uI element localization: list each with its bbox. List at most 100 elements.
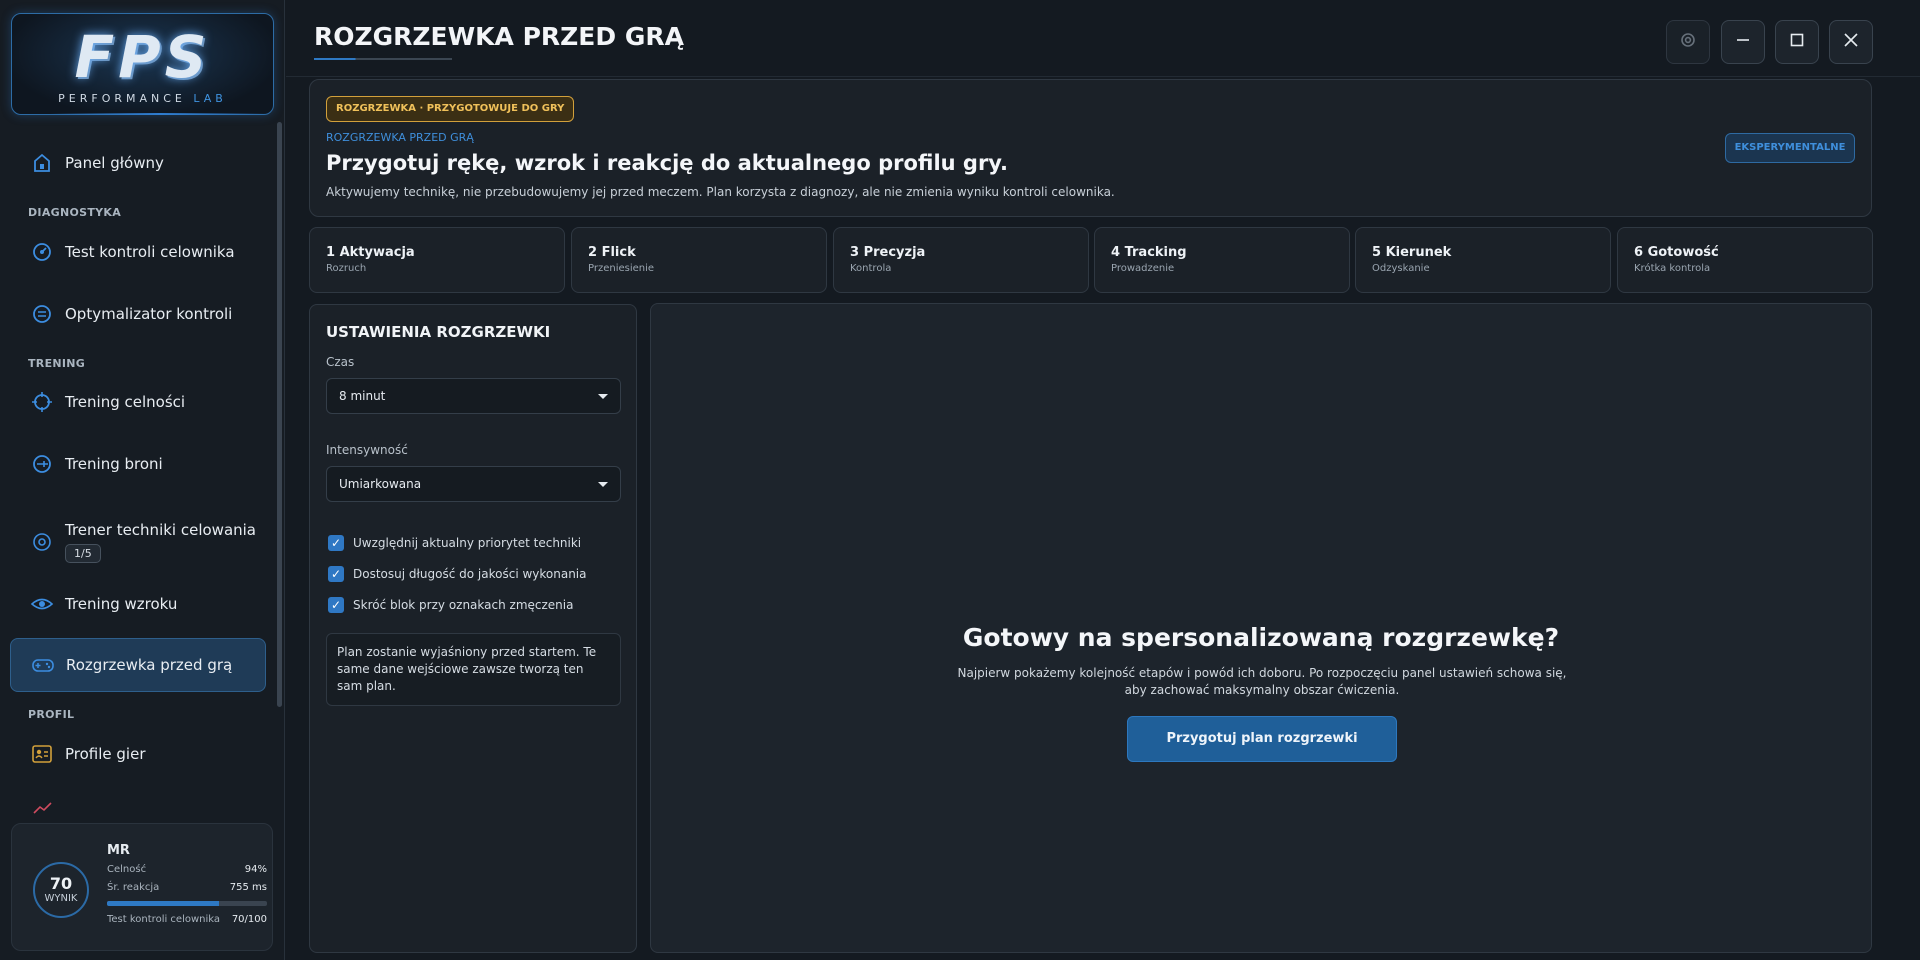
sidebar-item-game-profiles[interactable]: Profile gier: [10, 727, 266, 781]
logo-underline: [50, 113, 270, 115]
intensity-select-value: Umiarkowana: [339, 477, 422, 491]
sidebar-scrollbar[interactable]: [277, 122, 282, 707]
sidebar-item-label: Trening wzroku: [65, 595, 178, 613]
settings-dial-icon: [29, 301, 55, 327]
maximize-button[interactable]: [1775, 20, 1819, 64]
sidebar-item-label: Rozgrzewka przed grą: [66, 656, 233, 674]
section-training: TRENING: [28, 357, 86, 370]
sidebar-item-weapon[interactable]: Trening broni: [10, 437, 266, 491]
sidebar-item-vision[interactable]: Trening wzroku: [10, 577, 266, 631]
score-label: WYNIK: [44, 893, 78, 904]
hero-description: Aktywujemy technikę, nie przebudowujemy …: [326, 185, 1115, 199]
logo-sub-accent: LAB: [193, 92, 227, 105]
status-badge: ROZGRZEWKA · PRZYGOTOWUJE DO GRY: [326, 96, 575, 122]
plan-note: Plan zostanie wyjaśniony przed startem. …: [326, 633, 621, 706]
step-title: 5 Kierunek: [1372, 245, 1452, 260]
coach-progress-badge: 1/5: [65, 544, 101, 563]
hero-banner: ROZGRZEWKA · PRZYGOTOWUJE DO GRY ROZGRZE…: [309, 79, 1872, 217]
chevron-down-icon: [598, 482, 608, 487]
checkmark-icon: ✓: [328, 535, 344, 551]
sidebar-item-label: Trener techniki celowania: [65, 521, 257, 539]
step-title: 6 Gotowość: [1634, 245, 1719, 260]
test-row: Test kontroli celownika 70/100: [107, 914, 267, 925]
step-card[interactable]: 5 Kierunek Odzyskanie: [1355, 227, 1611, 293]
settings-title: USTAWIENIA ROZGRZEWKI: [326, 323, 551, 341]
main-title: Gotowy na spersonalizowaną rozgrzewkę?: [962, 623, 1560, 652]
checkmark-icon: ✓: [328, 597, 344, 613]
gear-icon: [1679, 31, 1697, 53]
prepare-plan-button[interactable]: Przygotuj plan rozgrzewki: [1127, 716, 1397, 762]
step-card[interactable]: 3 Precyzja Kontrola: [833, 227, 1089, 293]
warmup-main-panel: Gotowy na spersonalizowaną rozgrzewkę? N…: [650, 303, 1872, 953]
step-subtitle: Rozruch: [326, 263, 367, 274]
settings-button[interactable]: [1666, 20, 1710, 64]
coach-text: Trener techniki celowania 1/5: [65, 521, 256, 563]
weapon-icon: [29, 451, 55, 477]
minimize-icon: [1735, 32, 1751, 52]
step-card[interactable]: 6 Gotowość Krótka kontrola: [1617, 227, 1873, 293]
minimize-button[interactable]: [1721, 20, 1765, 64]
reaction-label: Śr. reakcja: [107, 882, 160, 893]
step-title: 2 Flick: [588, 245, 636, 260]
sidebar-item-label: Optymalizator kontroli: [65, 305, 233, 323]
sidebar-item-label: Profile gier: [65, 745, 146, 763]
logo-mark: FPS: [74, 23, 211, 91]
sidebar-item-label: Trening broni: [65, 455, 163, 473]
chart-trend-icon: [33, 800, 53, 819]
intensity-select[interactable]: Umiarkowana: [326, 466, 621, 502]
page-title: ROZGRZEWKA PRZED GRĄ: [314, 22, 684, 51]
header-divider: [286, 76, 1920, 77]
score-ring: 70 WYNIK: [33, 862, 89, 918]
reaction-row: Śr. reakcja 755 ms: [107, 882, 267, 893]
step-title: 4 Tracking: [1111, 245, 1187, 260]
checkbox-label: Skróć blok przy oznakach zmęczenia: [353, 598, 574, 612]
step-subtitle: Krótka kontrola: [1634, 263, 1711, 274]
profile-card-icon: [29, 741, 55, 767]
time-label: Czas: [326, 355, 355, 369]
checkbox-label: Uwzględnij aktualny priorytet techniki: [353, 536, 582, 550]
time-select[interactable]: 8 minut: [326, 378, 621, 414]
step-card[interactable]: 2 Flick Przeniesienie: [571, 227, 827, 293]
step-title: 1 Aktywacja: [326, 245, 415, 260]
experimental-badge: EKSPERYMENTALNE: [1725, 133, 1855, 163]
sidebar-item-label: Panel główny: [65, 154, 164, 172]
step-card[interactable]: 1 Aktywacja Rozruch: [309, 227, 565, 293]
test-value: 70/100: [231, 914, 267, 925]
logo-subtitle: PERFORMANCE LAB: [12, 92, 273, 105]
app-logo[interactable]: FPS PERFORMANCE LAB: [11, 13, 274, 115]
step-subtitle: Przeniesienie: [588, 263, 655, 274]
close-icon: [1843, 32, 1859, 52]
checkmark-icon: ✓: [328, 566, 344, 582]
step-title: 3 Precyzja: [850, 245, 926, 260]
logo-sub-main: PERFORMANCE: [58, 92, 186, 105]
maximize-icon: [1789, 32, 1805, 52]
profile-summary-card[interactable]: 70 WYNIK MR Celność 94% Śr. reakcja 755 …: [11, 823, 273, 951]
gauge-icon: [29, 239, 55, 265]
step-card[interactable]: 4 Tracking Prowadzenie: [1094, 227, 1350, 293]
score-progress-bar: [107, 901, 267, 906]
accuracy-value: 94%: [244, 864, 267, 875]
sidebar-item-label: Trening celności: [65, 393, 186, 411]
checkbox-label: Dostosuj długość do jakości wykonania: [353, 567, 587, 581]
sidebar-item-optimizer[interactable]: Optymalizator kontroli: [10, 287, 266, 341]
reaction-value: 755 ms: [229, 882, 267, 893]
sidebar-item-accuracy[interactable]: Trening celności: [10, 375, 266, 429]
close-button[interactable]: [1829, 20, 1873, 64]
target-coach-icon: [29, 529, 55, 555]
hero-title: Przygotuj rękę, wzrok i reakcję do aktua…: [326, 151, 1009, 175]
checkbox-adjust-length[interactable]: ✓ Dostosuj długość do jakości wykonania: [328, 566, 587, 582]
sidebar-item-crosshair-test[interactable]: Test kontroli celownika: [10, 225, 266, 279]
chevron-down-icon: [598, 394, 608, 399]
checkbox-priority[interactable]: ✓ Uwzględnij aktualny priorytet techniki: [328, 535, 581, 551]
sidebar-item-label: Test kontroli celownika: [65, 243, 235, 261]
step-subtitle: Kontrola: [850, 263, 892, 274]
sidebar-item-home[interactable]: Panel główny: [10, 136, 266, 190]
profile-name: MR: [107, 843, 130, 858]
sidebar-item-warmup[interactable]: Rozgrzewka przed grą: [10, 638, 266, 692]
home-icon: [29, 150, 55, 176]
sidebar-item-coach[interactable]: Trener techniki celowania 1/5: [10, 505, 266, 579]
eye-icon: [29, 591, 55, 617]
time-select-value: 8 minut: [339, 389, 386, 403]
checkbox-fatigue[interactable]: ✓ Skróć blok przy oznakach zmęczenia: [328, 597, 573, 613]
main-description: Najpierw pokażemy kolejność etapów i pow…: [957, 666, 1567, 697]
